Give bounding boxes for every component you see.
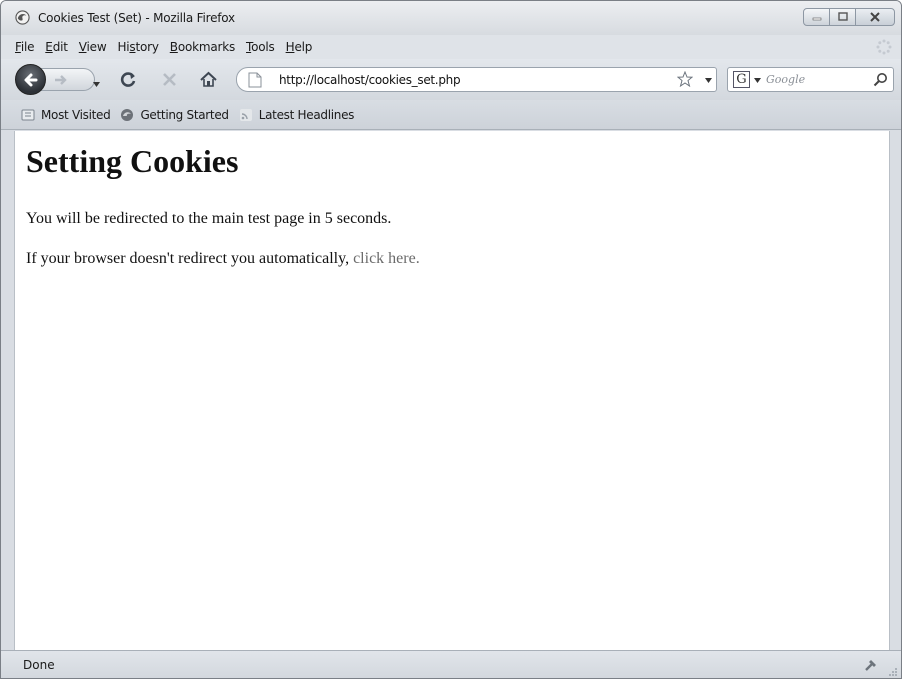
close-button[interactable]: [855, 8, 895, 26]
menu-view[interactable]: View: [79, 40, 107, 54]
search-input[interactable]: Google: [766, 73, 805, 86]
browser-window: Cookies Test (Set) - Mozilla Firefox Fil…: [0, 0, 902, 679]
url-dropdown-icon[interactable]: [705, 78, 712, 83]
resize-grip-icon[interactable]: [888, 667, 898, 677]
search-icon[interactable]: [873, 72, 888, 87]
menu-file[interactable]: File: [15, 40, 35, 54]
search-engine-dropdown-icon[interactable]: [754, 78, 761, 83]
menu-bar: File Edit View History Bookmarks Tools H…: [1, 35, 901, 59]
fallback-message: If your browser doesn't redirect you aut…: [26, 250, 420, 268]
url-text[interactable]: http://localhost/cookies_set.php: [279, 73, 461, 87]
redirect-message: You will be redirected to the main test …: [26, 210, 392, 227]
back-forward-group: [15, 64, 107, 95]
menu-bookmarks[interactable]: Bookmarks: [170, 40, 235, 54]
window-title: Cookies Test (Set) - Mozilla Firefox: [38, 11, 235, 25]
page-heading: Setting Cookies: [26, 143, 239, 179]
forward-button[interactable]: [39, 68, 100, 91]
search-engine-icon[interactable]: G: [733, 71, 750, 88]
menu-edit[interactable]: Edit: [45, 40, 68, 54]
page-content: Setting Cookies You will be redirected t…: [14, 131, 890, 650]
forward-arrow-icon: [55, 75, 67, 85]
back-arrow-icon: [24, 73, 37, 86]
firefox-icon: [121, 108, 134, 121]
bookmark-star-icon[interactable]: [677, 71, 693, 87]
menu-history[interactable]: History: [117, 40, 159, 54]
back-button[interactable]: [15, 64, 46, 95]
bookmark-latest-headlines[interactable]: Latest Headlines: [239, 108, 354, 122]
page-icon: [248, 72, 262, 88]
url-bar[interactable]: http://localhost/cookies_set.php: [236, 67, 717, 92]
addon-status-icon[interactable]: [863, 657, 879, 673]
bookmarks-folder-icon: [21, 109, 35, 120]
maximize-icon: [837, 12, 848, 21]
window-controls: [803, 8, 895, 27]
throbber-icon: [876, 39, 892, 55]
firefox-icon: [15, 10, 30, 25]
close-icon: [870, 12, 880, 22]
navigation-toolbar: http://localhost/cookies_set.php G Googl…: [1, 59, 901, 100]
fallback-text: If your browser doesn't redirect you aut…: [26, 250, 354, 267]
click-here-link[interactable]: click here.: [353, 250, 420, 267]
minimize-icon: [812, 17, 821, 21]
home-icon[interactable]: [199, 70, 218, 89]
menu-help[interactable]: Help: [286, 40, 313, 54]
bookmark-most-visited[interactable]: Most Visited: [21, 108, 111, 122]
stop-icon[interactable]: [160, 70, 179, 89]
title-bar: Cookies Test (Set) - Mozilla Firefox: [1, 1, 901, 35]
menu-tools[interactable]: Tools: [246, 40, 275, 54]
maximize-button[interactable]: [829, 8, 856, 26]
status-text: Done: [23, 658, 55, 672]
search-box[interactable]: G Google: [727, 67, 894, 92]
rss-feed-icon: [239, 108, 252, 121]
minimize-button[interactable]: [803, 8, 830, 26]
reload-icon[interactable]: [119, 70, 138, 89]
bookmark-getting-started[interactable]: Getting Started: [120, 108, 229, 122]
status-bar: Done: [1, 650, 901, 678]
history-dropdown-icon[interactable]: [93, 82, 100, 87]
bookmarks-toolbar: Most Visited Getting Started Latest Head…: [1, 100, 901, 130]
